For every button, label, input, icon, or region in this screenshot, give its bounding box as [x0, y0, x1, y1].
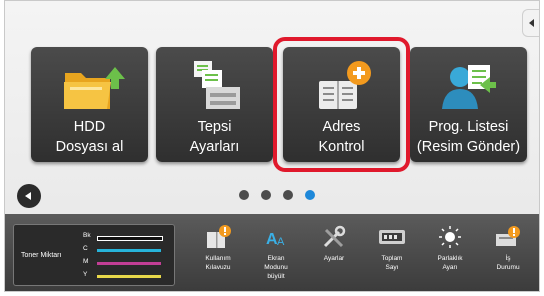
- job-status-button[interactable]: İş Durumu: [479, 214, 537, 291]
- tile-hdd-file-retrieve[interactable]: HDD Dosyası al: [31, 47, 148, 162]
- toner-key: C: [83, 245, 88, 252]
- previous-page-button[interactable]: [17, 184, 41, 208]
- quick-label-line2: Kılavuzu: [205, 264, 231, 271]
- settings-button[interactable]: Ayarlar: [305, 214, 363, 291]
- toner-key: Bk: [83, 232, 91, 239]
- toner-bar-cyan: [97, 249, 161, 252]
- page-dot[interactable]: [239, 190, 249, 200]
- tile-label-line1: Tepsi: [197, 119, 232, 135]
- page-dot[interactable]: [261, 190, 271, 200]
- enlarge-display-icon: A A: [266, 231, 285, 248]
- toner-row-bk: Bk: [83, 232, 170, 241]
- total-count-icon: [379, 230, 405, 244]
- tile-tray-settings[interactable]: Tepsi Ayarları: [156, 47, 273, 162]
- brightness-button[interactable]: Parlaklık Ayarı: [421, 214, 479, 291]
- quick-label-line1: İş: [505, 255, 511, 262]
- toner-row-y: Y: [83, 271, 170, 280]
- enlarge-display-button[interactable]: A A Ekran Modunu büyült: [247, 214, 305, 291]
- toner-bar-yellow: [97, 275, 161, 278]
- quick-label-line3: büyült: [267, 273, 285, 280]
- tile-label-line2: Ayarları: [189, 139, 240, 155]
- tile-label-line2: (Resim Gönder): [416, 139, 521, 155]
- quick-label-line2: Modunu: [264, 264, 288, 271]
- toner-row-c: C: [83, 245, 170, 254]
- arrow-left-icon: [25, 192, 31, 200]
- bottom-system-bar: Toner Miktarı Bk C M Y Kullanım Kılavuzu…: [5, 214, 539, 291]
- settings-tools-icon: [323, 225, 346, 248]
- toner-bar-magenta: [97, 262, 161, 265]
- user-guide-button[interactable]: Kullanım Kılavuzu: [189, 214, 247, 291]
- quick-label-line1: Kullanım: [205, 255, 231, 262]
- toner-row-m: M: [83, 258, 170, 267]
- quick-label-line1: Toplam: [381, 255, 403, 262]
- quick-label-line2: Sayı: [385, 264, 399, 271]
- quick-label-line1: Parlaklık: [437, 255, 463, 262]
- tile-label-line2: Dosyası al: [55, 139, 124, 155]
- quick-label-line2: Ayarı: [442, 264, 458, 271]
- toner-key: M: [83, 258, 89, 265]
- quick-label-line1: Ayarlar: [323, 255, 345, 262]
- folder-upload-icon: [64, 67, 125, 109]
- tile-label-line1: HDD: [73, 119, 106, 135]
- brightness-icon: [439, 226, 461, 248]
- total-count-button[interactable]: Toplam Sayı: [363, 214, 421, 291]
- tile-program-list[interactable]: Prog. Listesi (Resim Gönder): [410, 47, 527, 162]
- user-guide-icon: [207, 225, 231, 248]
- page-dot[interactable]: [283, 190, 293, 200]
- toner-key: Y: [83, 271, 88, 278]
- selection-highlight: [273, 37, 410, 172]
- svg-text:A: A: [277, 236, 285, 248]
- side-panel-tab[interactable]: [522, 9, 539, 37]
- tray-settings-icon: [194, 61, 240, 109]
- page-dot-active[interactable]: [305, 190, 315, 200]
- tile-label-line1: Prog. Listesi: [428, 119, 509, 135]
- toner-label: Toner Miktarı: [21, 252, 62, 259]
- program-list-user-icon: [442, 65, 496, 109]
- toner-bar-black: [97, 236, 163, 241]
- toner-level-panel[interactable]: Toner Miktarı Bk C M Y: [13, 224, 175, 286]
- quick-label-line1: Ekran: [267, 255, 285, 262]
- quick-label-line2: Durumu: [496, 264, 520, 271]
- job-status-icon: [496, 226, 520, 246]
- home-screen: HDD Dosyası al Tepsi Ayarları Adres Kont…: [4, 0, 540, 292]
- chevron-left-icon: [528, 19, 534, 27]
